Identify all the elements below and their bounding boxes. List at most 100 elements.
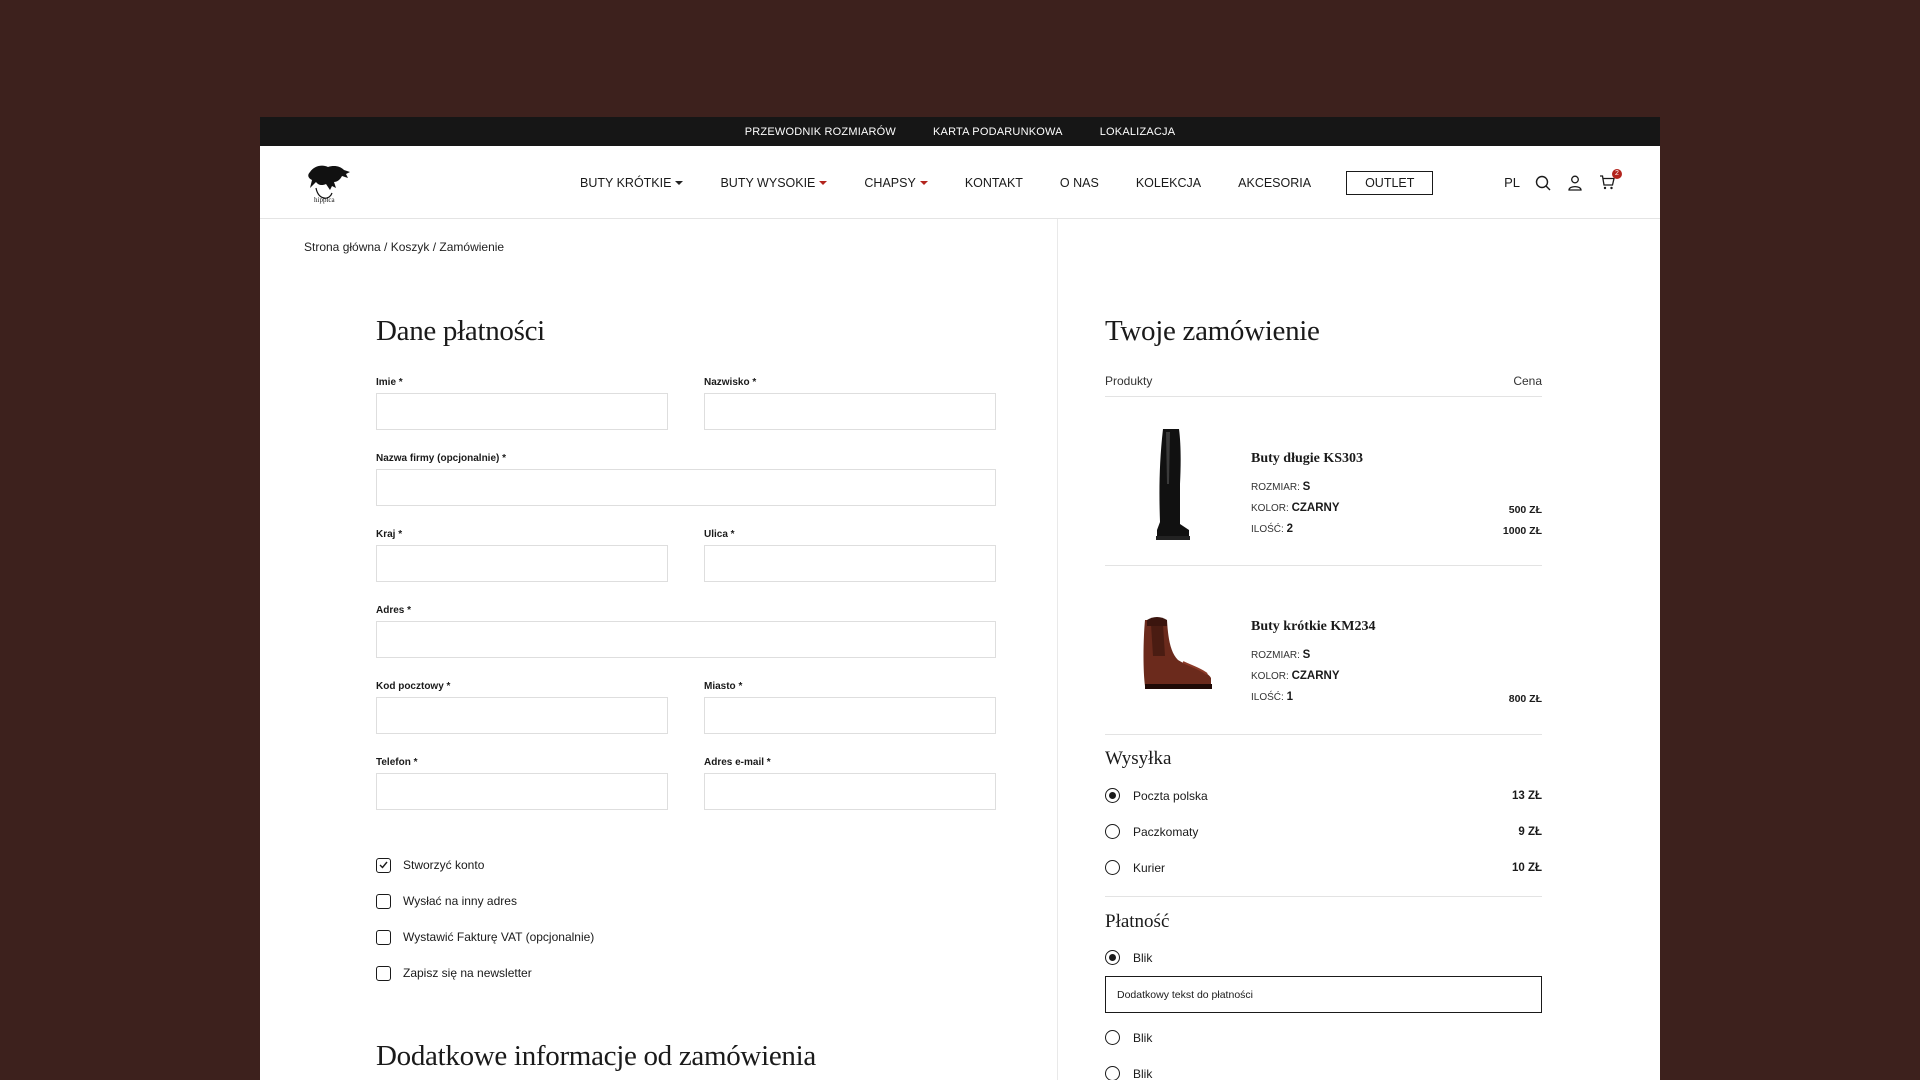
product-size: ROZMIAR: S <box>1251 481 1311 493</box>
product-name[interactable]: Buty długie KS303 <box>1251 451 1363 467</box>
line-total: 800 ZŁ <box>1508 693 1542 705</box>
search-icon[interactable] <box>1534 174 1552 192</box>
top-bar: PRZEWODNIK ROZMIARÓW KARTA PODARUNKOWA L… <box>260 117 1660 146</box>
short-boot-image[interactable] <box>1123 592 1223 712</box>
payment-note-box: Dodatkowy tekst do płatności <box>1105 976 1542 1013</box>
breadcrumb: Strona główna / Koszyk / Zamówienie <box>304 240 505 254</box>
city-field: Miasto * <box>704 681 996 734</box>
address-field: Adres * <box>376 605 996 658</box>
address-input[interactable] <box>376 621 996 658</box>
ship-other-address-label: Wysłać na inny adres <box>403 894 517 908</box>
shipping-option-poczta[interactable]: Poczta polska 13 ZŁ <box>1105 788 1542 803</box>
product-quantity: ILOŚĆ: 1 <box>1251 691 1293 703</box>
radio-selected[interactable] <box>1105 950 1120 965</box>
payment-option[interactable]: Blik <box>1105 1066 1542 1080</box>
phone-input[interactable] <box>376 773 668 810</box>
chevron-down-icon <box>819 180 828 185</box>
nav-o-nas[interactable]: O NAS <box>1060 176 1099 190</box>
site-header: hippica BUTY KRÓTKIE BUTY WYSOKIE CHAPSY… <box>260 146 1660 219</box>
payment-option-label: Blik <box>1133 1066 1153 1080</box>
order-column-headers: Produkty Cena <box>1105 374 1542 397</box>
product-color: KOLOR: CZARNY <box>1251 670 1340 682</box>
first-name-label: Imie * <box>376 377 403 388</box>
topbar-link-size-guide[interactable]: PRZEWODNIK ROZMIARÓW <box>745 126 896 138</box>
radio[interactable] <box>1105 860 1120 875</box>
create-account-option[interactable]: Stworzyć konto <box>376 847 594 883</box>
country-input[interactable] <box>376 545 668 582</box>
nav-buty-wysokie[interactable]: BUTY WYSOKIE <box>720 176 828 190</box>
checkbox[interactable] <box>376 893 391 909</box>
city-label: Miasto * <box>704 681 743 692</box>
nav-kontakt[interactable]: KONTAKT <box>965 176 1023 190</box>
ship-other-address-option[interactable]: Wysłać na inny adres <box>376 883 594 919</box>
newsletter-label: Zapisz się na newsletter <box>403 966 532 980</box>
section-divider <box>1105 896 1542 897</box>
payment-option[interactable]: Blik <box>1105 1030 1542 1045</box>
topbar-link-gift-card[interactable]: KARTA PODARUNKOWA <box>933 126 1063 138</box>
create-account-label: Stworzyć konto <box>403 858 485 872</box>
products-column-header: Produkty <box>1105 374 1153 388</box>
nav-chapsy[interactable]: CHAPSY <box>864 176 928 190</box>
last-name-field: Nazwisko * <box>704 377 996 430</box>
checkmark-icon <box>379 861 388 869</box>
email-input[interactable] <box>704 773 996 810</box>
tall-boot-image[interactable] <box>1123 424 1223 544</box>
address-label: Adres * <box>376 605 412 616</box>
checkbox-checked[interactable] <box>376 857 391 873</box>
nav-akcesoria[interactable]: AKCESORIA <box>1238 176 1311 190</box>
topbar-link-location[interactable]: LOKALIZACJA <box>1100 126 1176 138</box>
cart-icon[interactable]: 2 <box>1598 168 1622 192</box>
street-label: Ulica * <box>704 529 735 540</box>
payment-option-label: Blik <box>1133 950 1153 965</box>
last-name-label: Nazwisko * <box>704 377 757 388</box>
cart-count-badge: 2 <box>1612 168 1622 179</box>
product-color: KOLOR: CZARNY <box>1251 502 1340 514</box>
radio-selected[interactable] <box>1105 788 1120 803</box>
shipping-option-label: Kurier <box>1133 860 1166 875</box>
chevron-down-icon <box>675 180 684 185</box>
radio[interactable] <box>1105 1030 1120 1045</box>
checkout-page: PRZEWODNIK ROZMIARÓW KARTA PODARUNKOWA L… <box>260 117 1660 1080</box>
product-size: ROZMIAR: S <box>1251 649 1311 661</box>
order-item: Buty długie KS303 ROZMIAR: S KOLOR: CZAR… <box>1105 424 1542 566</box>
first-name-field: Imie * <box>376 377 668 430</box>
email-label: Adres e-mail * <box>704 757 771 768</box>
order-item: Buty krótkie KM234 ROZMIAR: S KOLOR: CZA… <box>1105 592 1542 735</box>
radio[interactable] <box>1105 824 1120 839</box>
order-title: Twoje zamówienie <box>1105 315 1320 347</box>
shipping-option-paczkomaty[interactable]: Paczkomaty 9 ZŁ <box>1105 824 1542 839</box>
chevron-down-icon <box>919 180 928 185</box>
nav-kolekcja[interactable]: KOLEKCJA <box>1136 176 1201 190</box>
shipping-option-price: 9 ZŁ <box>1518 825 1542 838</box>
payment-title: Płatność <box>1105 911 1170 932</box>
billing-title: Dane płatności <box>376 315 545 347</box>
user-icon[interactable] <box>1566 174 1584 192</box>
payment-option[interactable]: Blik <box>1105 950 1542 965</box>
horse-logo[interactable]: hippica <box>304 160 354 204</box>
shipping-title: Wysyłka <box>1105 748 1172 769</box>
city-input[interactable] <box>704 697 996 734</box>
price-column-header: Cena <box>1513 374 1542 388</box>
product-name[interactable]: Buty krótkie KM234 <box>1251 619 1375 635</box>
main-nav: BUTY KRÓTKIE BUTY WYSOKIE CHAPSY KONTAKT… <box>580 146 1470 219</box>
country-label: Kraj * <box>376 529 403 540</box>
nav-buty-krotkie[interactable]: BUTY KRÓTKIE <box>580 176 684 190</box>
street-input[interactable] <box>704 545 996 582</box>
newsletter-option[interactable]: Zapisz się na newsletter <box>376 955 594 991</box>
language-switch[interactable]: PL <box>1504 175 1520 190</box>
first-name-input[interactable] <box>376 393 668 430</box>
product-quantity: ILOŚĆ: 2 <box>1251 523 1293 535</box>
shipping-option-kurier[interactable]: Kurier 10 ZŁ <box>1105 860 1542 875</box>
radio[interactable] <box>1105 1066 1120 1080</box>
vat-invoice-option[interactable]: Wystawić Fakturę VAT (opcjonalnie) <box>376 919 594 955</box>
nav-outlet-button[interactable]: OUTLET <box>1346 170 1434 195</box>
country-field: Kraj * <box>376 529 668 582</box>
last-name-input[interactable] <box>704 393 996 430</box>
company-field: Nazwa firmy (opcjonalnie) * <box>376 453 996 506</box>
postcode-field: Kod pocztowy * <box>376 681 668 734</box>
checkbox[interactable] <box>376 965 391 981</box>
checkbox[interactable] <box>376 929 391 945</box>
postcode-input[interactable] <box>376 697 668 734</box>
company-input[interactable] <box>376 469 996 506</box>
unit-price: 500 ZŁ <box>1508 504 1542 516</box>
